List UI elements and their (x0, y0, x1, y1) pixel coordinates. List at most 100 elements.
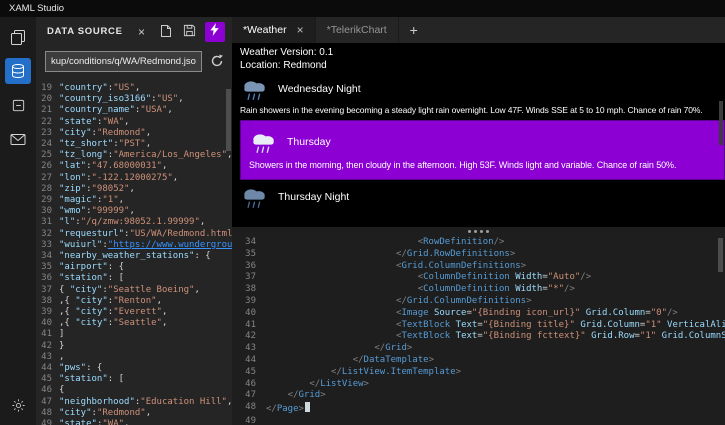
line-text: "tz_long":"America/Los_Angeles", (59, 150, 232, 161)
line-number: 24 (41, 139, 52, 150)
xaml-code-editor[interactable]: 34 <RowDefinition/> 35 </Grid.RowDefinition… (232, 235, 725, 425)
line-number: 38 (245, 284, 256, 295)
line-number: 46 (41, 385, 52, 396)
json-line[interactable]: 43, (36, 352, 232, 363)
json-line[interactable]: 42} (36, 341, 232, 352)
code-line[interactable]: 36 <Grid.ColumnDefinitions> (232, 261, 725, 273)
forecast-listview: Wednesday Night Rain showers in the eveni… (240, 76, 725, 210)
line-text: <ColumnDefinition Width="*"/> (417, 284, 575, 295)
code-line[interactable]: 38 <ColumnDefinition Width="*"/> (232, 284, 725, 296)
json-line[interactable]: 39 ,{ "city":"Everett", (36, 307, 232, 318)
code-line[interactable]: 35 </Grid.RowDefinitions> (232, 249, 725, 261)
activity-bar (0, 17, 36, 425)
close-panel-button[interactable]: × (133, 23, 150, 40)
line-text: <TextBlock Text="{Binding title}" Grid.C… (396, 319, 725, 330)
line-text: "zip":"98052", (59, 183, 135, 194)
json-line[interactable]: 19 "country":"US", (36, 83, 232, 94)
json-line[interactable]: 35 "airport": { (36, 262, 232, 273)
line-text: </Grid.RowDefinitions> (396, 248, 516, 259)
line-number: 34 (245, 237, 256, 247)
code-line[interactable]: 40 <Image Source="{Binding icon_url}" Gri… (232, 308, 725, 320)
line-number: 48 (245, 402, 256, 413)
json-line[interactable]: 37 { "city":"Seattle Boeing", (36, 285, 232, 296)
code-line[interactable]: 34 <RowDefinition/> (232, 237, 725, 249)
json-line[interactable]: 25 "tz_long":"America/Los_Angeles", (36, 150, 232, 161)
tab-weather[interactable]: *Weather × (232, 17, 316, 43)
settings-button[interactable] (0, 398, 36, 418)
line-text: <RowDefinition/> (417, 237, 505, 247)
json-line[interactable]: 41] (36, 329, 232, 340)
forecast-item[interactable]: Thursday Showers in the morning, then clo… (240, 120, 725, 180)
json-line[interactable]: 47 "neighborhood":"Education Hill", (36, 397, 232, 408)
json-line[interactable]: 32 "requesturl":"US/WA/Redmond.html", (36, 229, 232, 240)
json-line[interactable]: 20 "country_iso3166":"US", (36, 94, 232, 105)
json-line[interactable]: 28 "zip":"98052", (36, 184, 232, 195)
line-number: 36 (41, 273, 52, 284)
json-line[interactable]: 31 "l":"/q/zmw:98052.1.99999", (36, 217, 232, 228)
save-button[interactable] (181, 23, 198, 40)
code-line[interactable]: 46 </ListView> (232, 379, 725, 391)
forecast-item[interactable]: Wednesday Night Rain showers in the eveni… (240, 76, 725, 115)
line-text: <Grid.ColumnDefinitions> (396, 260, 527, 271)
code-line[interactable]: 37 <ColumnDefinition Width="Auto"/> (232, 272, 725, 284)
data-source-button[interactable] (2, 56, 34, 86)
json-line[interactable]: 34 "nearby_weather_stations": { (36, 251, 232, 262)
forecast-title-row: Thursday (249, 127, 716, 157)
code-line[interactable]: 43 </Grid> (232, 343, 725, 355)
json-line[interactable]: 30 "wmo":"99999", (36, 206, 232, 217)
code-line[interactable]: 49 (232, 416, 725, 425)
new-file-icon (160, 24, 172, 40)
new-tab-button[interactable]: + (399, 17, 429, 43)
forecast-item[interactable]: Thursday Night (240, 184, 725, 210)
json-line[interactable]: 40 ,{ "city":"Seattle", (36, 318, 232, 329)
tab-close-icon[interactable]: × (297, 24, 304, 36)
json-data-viewer[interactable]: 19 "country":"US", 20 "country_iso3166":"US… (36, 83, 232, 425)
code-line[interactable]: 47 </Grid> (232, 390, 725, 402)
new-file-button[interactable] (157, 23, 174, 40)
json-viewer-scrollbar[interactable] (226, 89, 231, 151)
code-line[interactable]: 39 </Grid.ColumnDefinitions> (232, 296, 725, 308)
json-line[interactable]: 22 "state":"WA", (36, 117, 232, 128)
editor-scrollbar[interactable] (718, 238, 723, 272)
json-line[interactable]: 21 "country_name":"USA", (36, 105, 232, 116)
line-number: 21 (41, 105, 52, 116)
json-line[interactable]: 36 "station": [ (36, 273, 232, 284)
code-line[interactable]: 48 </Page> (232, 402, 725, 416)
data-source-url-input[interactable] (45, 51, 202, 72)
documents-button[interactable] (2, 22, 34, 52)
json-line[interactable]: 24 "tz_short":"PST", (36, 139, 232, 150)
json-line[interactable]: 46 { (36, 385, 232, 396)
debug-button[interactable] (2, 90, 34, 120)
json-line[interactable]: 26 "lat":"47.68000031", (36, 161, 232, 172)
code-line[interactable]: 45 </ListView.ItemTemplate> (232, 367, 725, 379)
json-line[interactable]: 29 "magic":"1", (36, 195, 232, 206)
line-text: { (59, 385, 65, 396)
line-text: "nearby_weather_stations": { (59, 251, 211, 262)
splitter-grip-icon (468, 229, 489, 233)
line-number: 40 (41, 318, 52, 329)
tab-telerikchart[interactable]: *TelerikChart (316, 17, 399, 43)
code-line[interactable]: 44 </DataTemplate> (232, 355, 725, 367)
json-line[interactable]: 23 "city":"Redmond", (36, 128, 232, 139)
json-line[interactable]: 45 "station": [ (36, 374, 232, 385)
json-line[interactable]: 38 ,{ "city":"Renton", (36, 296, 232, 307)
live-data-button[interactable] (205, 21, 225, 42)
refresh-button[interactable] (208, 53, 225, 70)
document-tab-bar: *Weather × *TelerikChart + (232, 17, 725, 43)
code-line[interactable]: 41 <TextBlock Text="{Binding title}" Grid… (232, 320, 725, 332)
preview-editor-splitter[interactable] (232, 227, 725, 235)
json-line[interactable]: 49 "state":"WA", (36, 419, 232, 425)
json-line[interactable]: 44 "pws": { (36, 363, 232, 374)
feedback-button[interactable] (2, 124, 34, 154)
line-number: 38 (41, 295, 52, 306)
debug-icon (5, 92, 31, 118)
line-text: <ColumnDefinition Width="Auto"/> (417, 272, 592, 283)
json-line[interactable]: 27 "lon":"-122.12000275", (36, 173, 232, 184)
code-line[interactable]: 42 <TextBlock Text="{Binding fcttext}" Gr… (232, 331, 725, 343)
line-text: </Grid> (374, 343, 413, 354)
line-number: 47 (245, 390, 256, 401)
forecast-text: Rain showers in the evening becoming a s… (240, 105, 703, 115)
json-line[interactable]: 48 "city":"Redmond", (36, 408, 232, 419)
json-line[interactable]: 33 "wuiurl":"https://www.wunderground.com… (36, 240, 232, 251)
preview-scrollbar[interactable] (719, 101, 723, 145)
